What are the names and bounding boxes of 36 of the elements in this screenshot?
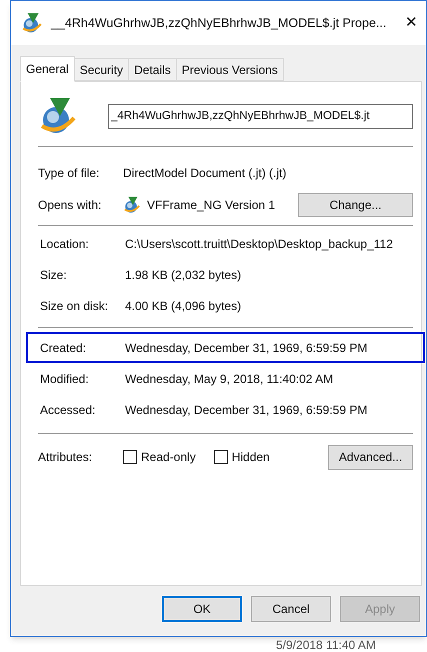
field-value: 4.00 KB (4,096 bytes) — [125, 298, 242, 314]
field-value: Wednesday, December 31, 1969, 6:59:59 PM — [125, 340, 368, 356]
field-label: Attributes: — [38, 449, 94, 466]
tab[interactable]: General — [20, 56, 75, 82]
field-value: Wednesday, December 31, 1969, 6:59:59 PM — [125, 402, 368, 418]
tab[interactable]: Security — [74, 58, 130, 81]
field-label: Location: — [40, 236, 90, 252]
dialog-button[interactable]: OK — [162, 596, 242, 622]
field-label: Opens with: — [38, 197, 102, 214]
window-title: __4Rh4WuGhrhwJB,zzQhNyEBhrhwJB_MODEL$.jt Prope... — [51, 14, 388, 32]
field-label: Created: — [40, 340, 88, 356]
field-label: Accessed: — [40, 402, 96, 418]
dialog-button[interactable]: Cancel — [251, 596, 331, 622]
checkbox-label: Hidden — [232, 449, 270, 466]
field-value: Wednesday, May 9, 2018, 11:40:02 AM — [125, 370, 334, 388]
checkbox[interactable] — [214, 450, 228, 464]
field-label: Size on disk: — [40, 298, 110, 314]
field-value: C:\Users\scott.truitt\Desktop\Desktop_backup_112 — [125, 236, 393, 252]
field-label: Size: — [40, 266, 68, 284]
field-value: DirectModel Document (.jt) (.jt) — [123, 165, 286, 182]
change-button[interactable]: Change... — [298, 193, 413, 217]
modified-date-text: 5/9/2018 11:40 AM — [276, 636, 376, 652]
close-button[interactable]: ✕ — [403, 12, 420, 34]
tab[interactable]: Previous Versions — [176, 58, 284, 81]
advanced-button[interactable]: Advanced... — [328, 444, 413, 470]
tab[interactable]: Details — [129, 58, 177, 81]
globe-icon — [21, 12, 43, 34]
checkbox[interactable] — [123, 450, 137, 464]
globe-icon — [123, 196, 141, 214]
field-value: VFFrame_NG Version 1 — [147, 197, 276, 214]
globe-icon — [38, 96, 78, 136]
field-value: 1.98 KB (2,032 bytes) — [125, 266, 242, 284]
field-label: Type of file: — [38, 165, 100, 182]
field-label: Modified: — [40, 370, 90, 388]
checkbox-label: Read-only — [141, 449, 196, 466]
file-name-field[interactable]: _4Rh4WuGhrhwJB,zzQhNyEBhrhwJB_MODEL$.jt — [108, 104, 413, 128]
